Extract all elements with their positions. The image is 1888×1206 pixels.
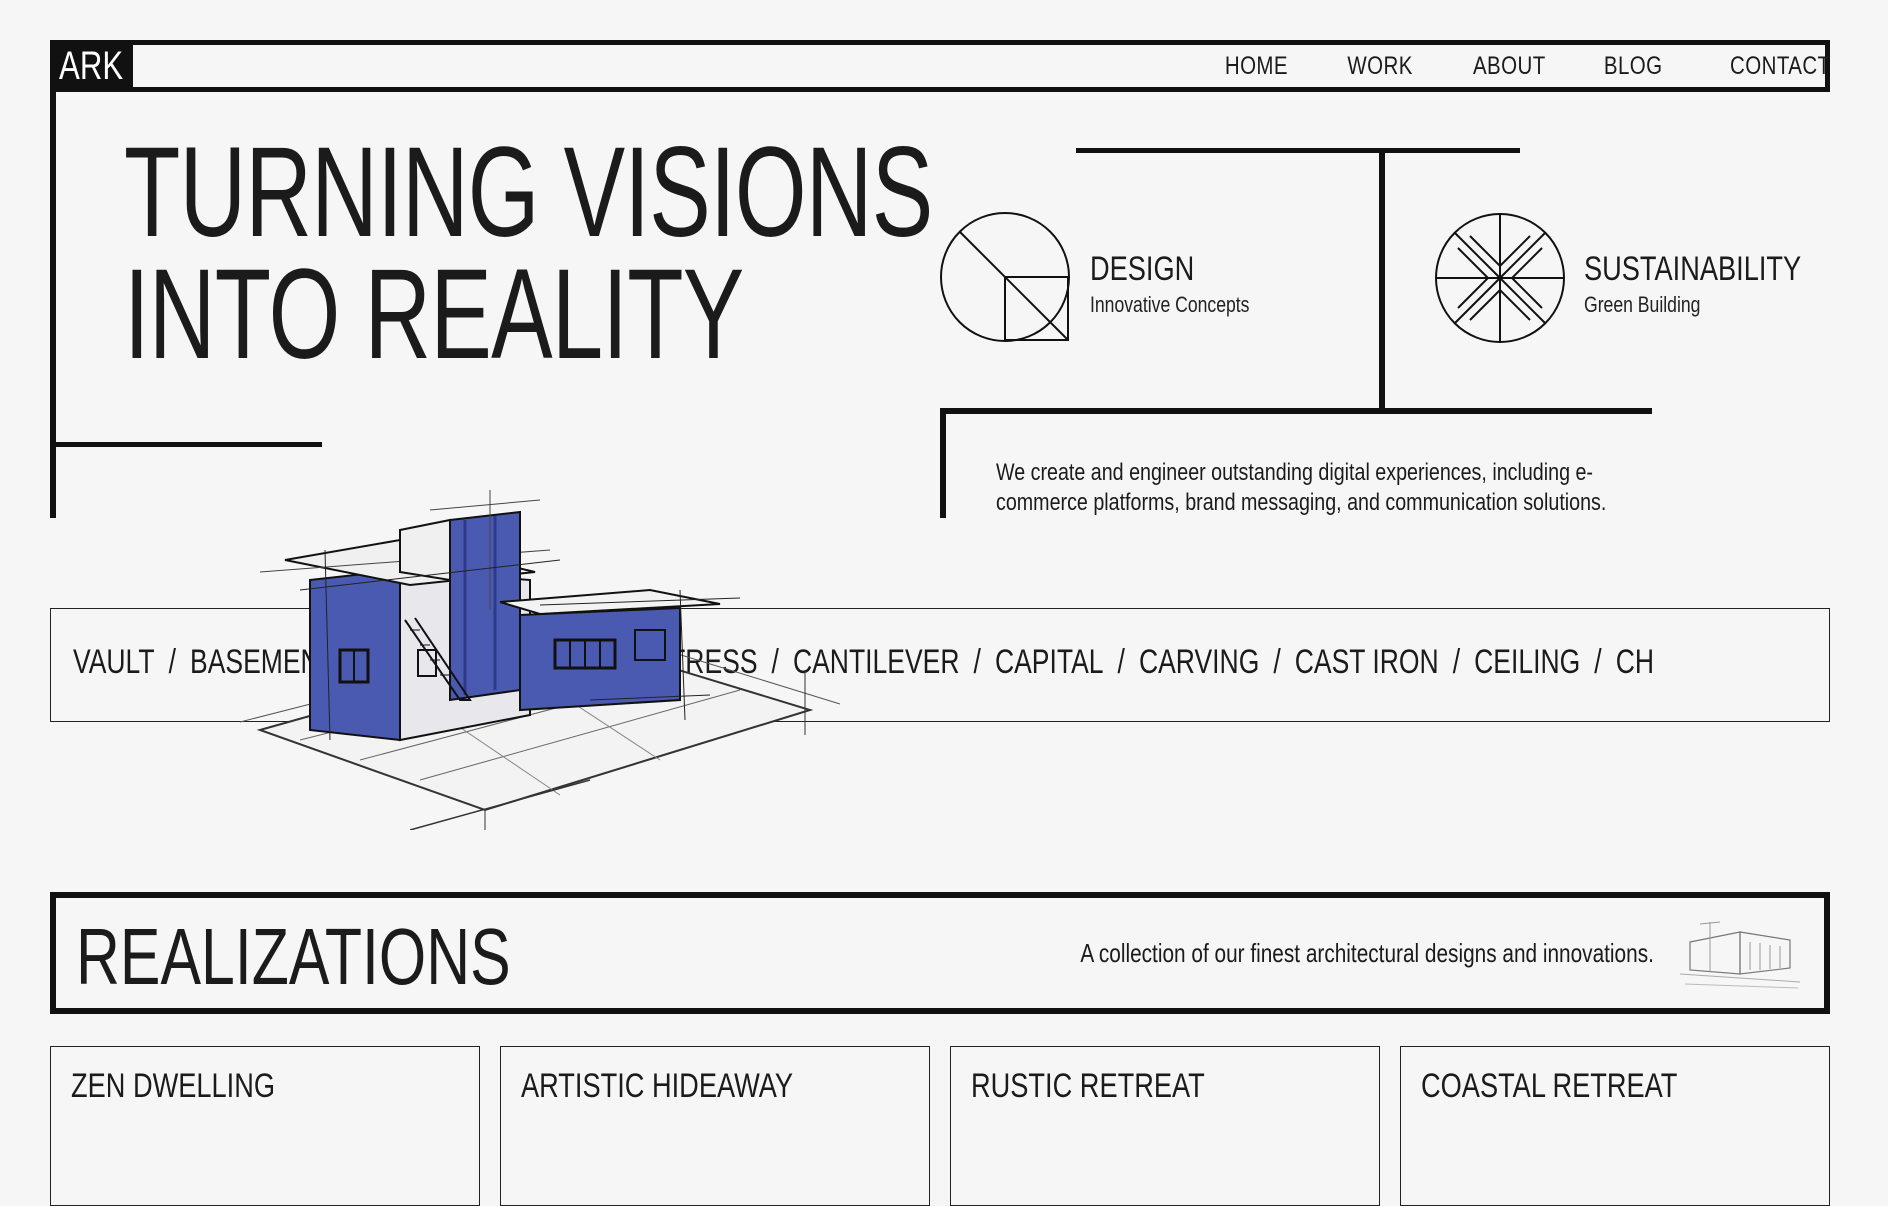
hero-description: We create and engineer outstanding digit… bbox=[996, 459, 1607, 516]
nav-contact[interactable]: CONTACT bbox=[1730, 52, 1830, 81]
nav-about[interactable]: ABOUT bbox=[1473, 52, 1546, 81]
nav-home[interactable]: HOME bbox=[1224, 52, 1287, 81]
marquee-separator: / bbox=[1452, 643, 1461, 681]
feature-sustainability-subtitle: Green Building bbox=[1584, 292, 1701, 317]
project-card-coastal-retreat[interactable]: COASTAL RETREAT bbox=[1400, 1046, 1830, 1206]
feature-sustainability-title: SUSTAINABILITY bbox=[1584, 250, 1802, 288]
nav-blog[interactable]: BLOG bbox=[1604, 52, 1663, 81]
project-card-artistic-hideaway[interactable]: ARTISTIC HIDEAWAY bbox=[500, 1046, 930, 1206]
marquee-separator: / bbox=[1117, 643, 1125, 681]
building-thumbnail-icon bbox=[1680, 921, 1801, 989]
feature-design-title: DESIGN bbox=[1090, 250, 1195, 288]
frame-line-hero-bottom bbox=[50, 442, 322, 447]
marquee-term: CH bbox=[1615, 643, 1655, 681]
project-card-title: ARTISTIC HIDEAWAY bbox=[521, 1067, 794, 1105]
project-card-title: RUSTIC RETREAT bbox=[971, 1067, 1205, 1105]
marquee-term: CAST IRON bbox=[1294, 643, 1439, 681]
project-card-title: COASTAL RETREAT bbox=[1421, 1067, 1678, 1105]
marquee-term: CEILING bbox=[1474, 643, 1581, 681]
nav-work[interactable]: WORK bbox=[1347, 52, 1412, 81]
frame-line-desc-left bbox=[940, 408, 946, 518]
sustainability-radial-icon bbox=[1435, 213, 1565, 343]
hero-title-line1: TURNING VISIONS bbox=[124, 121, 933, 264]
frame-line-features-top bbox=[1076, 148, 1520, 153]
hero-title: TURNING VISIONS INTO REALITY bbox=[124, 121, 933, 386]
frame-line-left bbox=[50, 92, 56, 518]
project-card-zen-dwelling[interactable]: ZEN DWELLING bbox=[50, 1046, 480, 1206]
marquee-separator: / bbox=[1594, 643, 1602, 681]
project-card-rustic-retreat[interactable]: RUSTIC RETREAT bbox=[950, 1046, 1380, 1206]
building-sketch-illustration bbox=[240, 490, 841, 830]
marquee-separator: / bbox=[973, 643, 981, 681]
frame-line-features-divider bbox=[1379, 148, 1385, 410]
feature-design-subtitle: Innovative Concepts bbox=[1090, 292, 1250, 317]
logo-text: ARK bbox=[59, 44, 124, 88]
main-nav: HOME WORK ABOUT BLOG CONTACT bbox=[1166, 40, 1830, 92]
marquee-separator: / bbox=[1273, 643, 1281, 681]
marquee-separator: / bbox=[168, 643, 176, 681]
realizations-title: REALIZATIONS bbox=[76, 912, 511, 1001]
marquee-term: VAULT bbox=[73, 643, 155, 681]
hero-title-line2: INTO REALITY bbox=[124, 243, 744, 386]
project-card-title: ZEN DWELLING bbox=[71, 1067, 276, 1105]
realizations-subtitle: A collection of our finest architectural… bbox=[1080, 938, 1655, 968]
logo[interactable]: ARK bbox=[50, 40, 133, 92]
frame-line-features-bottom bbox=[940, 408, 1652, 414]
marquee-term: CARVING bbox=[1138, 643, 1260, 681]
design-geometric-icon bbox=[940, 212, 1070, 342]
marquee-term: CAPITAL bbox=[994, 643, 1104, 681]
